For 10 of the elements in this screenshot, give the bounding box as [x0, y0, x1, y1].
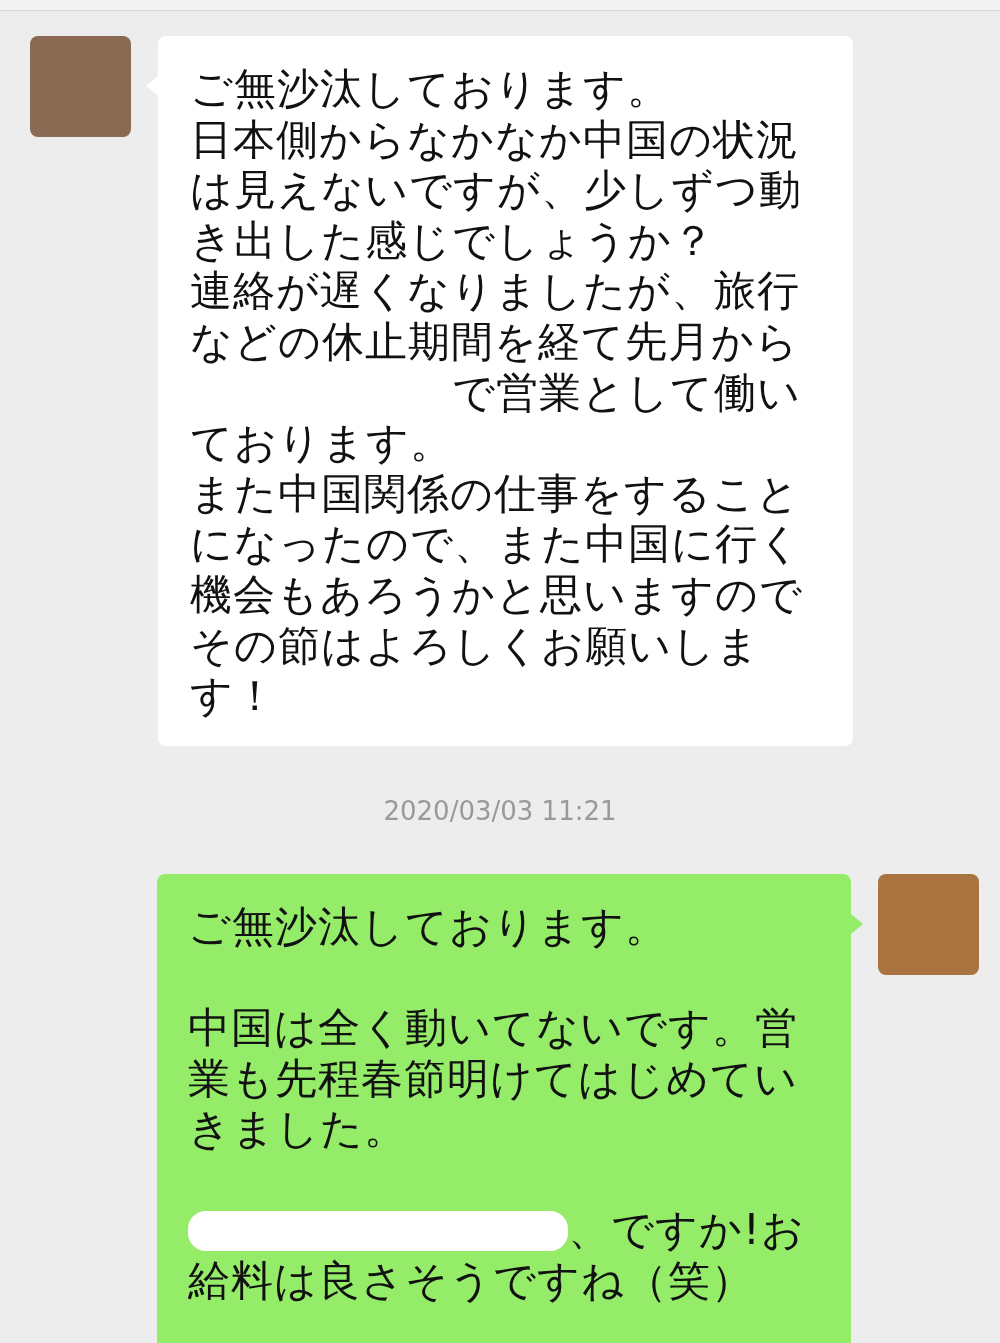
timestamp: 2020/03/03 11:21	[382, 795, 618, 826]
message-text: ご無沙汰しております。	[188, 901, 669, 953]
message-text: 連絡が遅くなりましたが、旅行などの休止期間を経て先月から	[190, 266, 801, 368]
message-text: 日本側からなかなか中国の状況は見えないですが、少しずつ動き出した感じでしょうか？	[190, 114, 803, 267]
message-text: 給料は良さそうですね（笑）	[188, 1255, 755, 1307]
message-text: 中国は全く動いてないです。営業も先程春節明けてはじめていきました。	[188, 1002, 799, 1155]
message-text: また中国関係の仕事をすることになったので、また中国に行く機会もあろうかと思いますのでその節はよろしくお願いします！	[190, 468, 804, 722]
message-text: 、ですか!お	[568, 1205, 805, 1256]
message-text: ご無沙汰しております。	[190, 64, 671, 115]
message-text: で営業として働いております。	[190, 367, 801, 468]
